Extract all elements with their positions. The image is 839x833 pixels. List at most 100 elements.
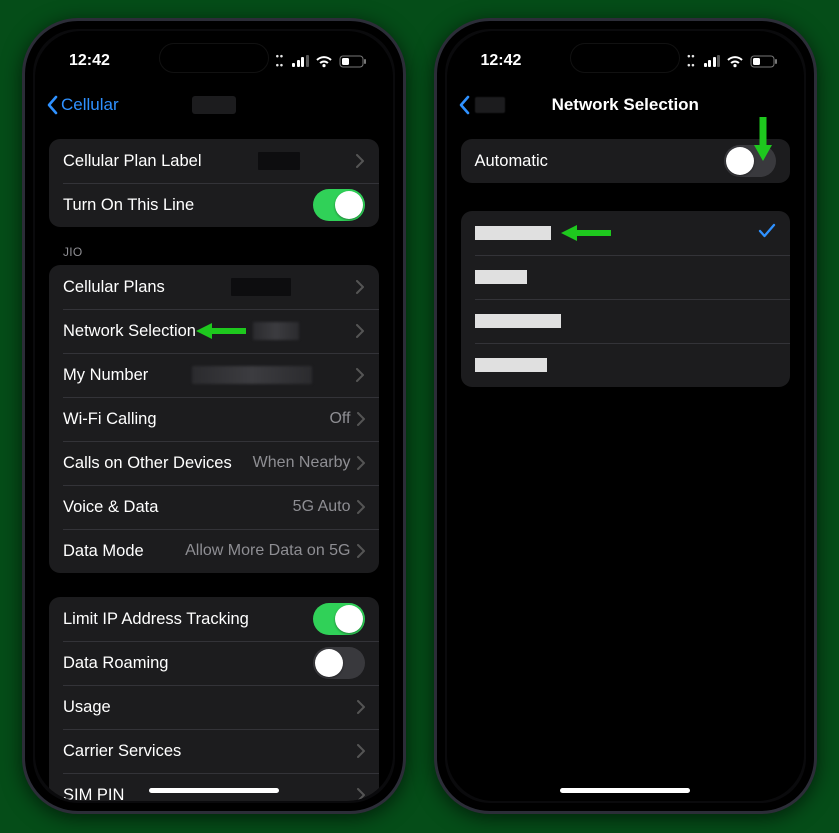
status-icons: ••••	[687, 52, 778, 70]
row-data-mode[interactable]: Data Mode Allow More Data on 5G	[49, 529, 379, 573]
chevron-right-icon	[357, 744, 365, 758]
chevron-left-icon	[457, 95, 471, 115]
toggle-data-roaming[interactable]	[313, 647, 365, 679]
row-my-number[interactable]: My Number	[49, 353, 379, 397]
value-redacted	[231, 278, 291, 296]
chevron-right-icon	[356, 368, 364, 382]
dual-sim-icon: ••••	[687, 52, 695, 70]
row-calls-other-devices[interactable]: Calls on Other Devices When Nearby	[49, 441, 379, 485]
phone-right: 12:42 •••• Network Selection	[434, 18, 818, 814]
battery-icon	[339, 55, 367, 68]
row-automatic[interactable]: Automatic	[461, 139, 791, 183]
row-label: Carrier Services	[63, 742, 181, 761]
chevron-left-icon	[45, 95, 59, 115]
chevron-right-icon	[356, 324, 364, 338]
screen-right: 12:42 •••• Network Selection	[447, 31, 805, 801]
back-label-redacted	[475, 97, 505, 113]
network-name-redacted	[475, 226, 551, 240]
network-item[interactable]	[461, 343, 791, 387]
value-redacted	[258, 152, 300, 170]
status-time: 12:42	[481, 52, 522, 70]
row-label: Data Mode	[63, 542, 144, 561]
back-button[interactable]: Cellular	[45, 95, 119, 115]
row-label: Wi-Fi Calling	[63, 410, 157, 429]
chevron-right-icon	[357, 456, 365, 470]
checkmark-icon	[758, 222, 776, 245]
row-label: Automatic	[475, 152, 548, 171]
row-label: Turn On This Line	[63, 196, 194, 215]
wifi-icon	[315, 55, 333, 68]
row-label: Cellular Plan Label	[63, 152, 202, 171]
wifi-icon	[726, 55, 744, 68]
status-icons: ••••	[276, 52, 367, 70]
row-label: Cellular Plans	[63, 278, 165, 297]
chevron-right-icon	[357, 544, 365, 558]
row-value: 5G Auto	[293, 498, 357, 516]
battery-icon	[750, 55, 778, 68]
toggle-turn-on-line[interactable]	[313, 189, 365, 221]
value-redacted	[253, 322, 299, 340]
value-redacted	[192, 366, 312, 384]
row-label: SIM PIN	[63, 786, 124, 802]
dynamic-island	[159, 43, 269, 73]
chevron-right-icon	[357, 500, 365, 514]
cellular-signal-icon	[704, 55, 721, 67]
row-wifi-calling[interactable]: Wi-Fi Calling Off	[49, 397, 379, 441]
annotation-arrow-icon	[194, 321, 248, 341]
row-label: Network Selection	[63, 322, 196, 341]
annotation-arrow-icon	[559, 223, 613, 243]
chevron-right-icon	[357, 788, 365, 801]
row-cellular-plans[interactable]: Cellular Plans	[49, 265, 379, 309]
toggle-limit-ip[interactable]	[313, 603, 365, 635]
home-indicator[interactable]	[560, 788, 690, 793]
row-value: Allow More Data on 5G	[185, 542, 356, 560]
row-label: Usage	[63, 698, 111, 717]
back-button[interactable]	[457, 95, 505, 115]
row-sim-pin[interactable]: SIM PIN	[49, 773, 379, 801]
row-network-selection[interactable]: Network Selection	[49, 309, 379, 353]
row-value: Off	[329, 410, 356, 428]
row-turn-on-line[interactable]: Turn On This Line	[49, 183, 379, 227]
back-label: Cellular	[61, 95, 119, 115]
row-data-roaming[interactable]: Data Roaming	[49, 641, 379, 685]
cellular-signal-icon	[292, 55, 309, 67]
nav-bar: Network Selection	[447, 85, 805, 125]
home-indicator[interactable]	[149, 788, 279, 793]
network-name-redacted	[475, 270, 527, 284]
row-label: My Number	[63, 366, 148, 385]
row-carrier-services[interactable]: Carrier Services	[49, 729, 379, 773]
dynamic-island	[570, 43, 680, 73]
row-value: When Nearby	[253, 454, 357, 472]
row-label: Voice & Data	[63, 498, 158, 517]
row-label: Calls on Other Devices	[63, 454, 232, 473]
status-time: 12:42	[69, 52, 110, 70]
row-usage[interactable]: Usage	[49, 685, 379, 729]
network-item[interactable]	[461, 255, 791, 299]
network-item[interactable]	[461, 299, 791, 343]
chevron-right-icon	[356, 280, 364, 294]
row-cellular-plan-label[interactable]: Cellular Plan Label	[49, 139, 379, 183]
group-networks	[461, 211, 791, 387]
toggle-automatic[interactable]	[724, 145, 776, 177]
group-misc: Limit IP Address Tracking Data Roaming U…	[49, 597, 379, 801]
row-label: Data Roaming	[63, 654, 168, 673]
row-label: Limit IP Address Tracking	[63, 610, 249, 629]
group-jio: Cellular Plans Network Selection My Numb…	[49, 265, 379, 573]
group-header-jio: JIO	[49, 227, 379, 265]
content-left[interactable]: Cellular Plan Label Turn On This Line JI…	[35, 125, 393, 801]
group-automatic: Automatic	[461, 139, 791, 183]
screen-left: 12:42 •••• Cellular	[35, 31, 393, 801]
row-voice-data[interactable]: Voice & Data 5G Auto	[49, 485, 379, 529]
nav-title-redacted	[192, 96, 236, 114]
network-item[interactable]	[461, 211, 791, 255]
chevron-right-icon	[357, 700, 365, 714]
content-right[interactable]: Automatic	[447, 125, 805, 801]
nav-bar: Cellular	[35, 85, 393, 125]
chevron-right-icon	[356, 154, 364, 168]
group-plan: Cellular Plan Label Turn On This Line	[49, 139, 379, 227]
dual-sim-icon: ••••	[276, 52, 284, 70]
phone-left: 12:42 •••• Cellular	[22, 18, 406, 814]
network-name-redacted	[475, 314, 561, 328]
network-name-redacted	[475, 358, 547, 372]
row-limit-ip[interactable]: Limit IP Address Tracking	[49, 597, 379, 641]
